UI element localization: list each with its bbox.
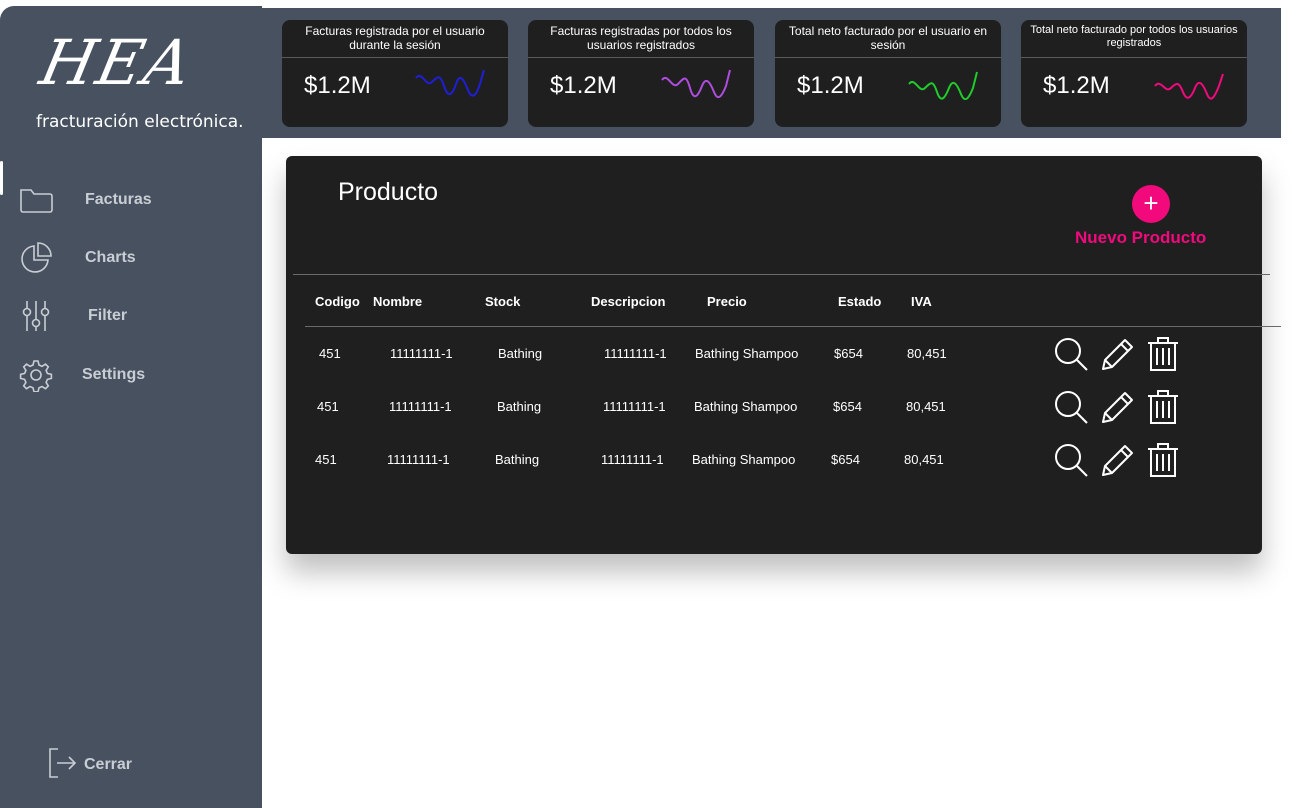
page-title: Producto (338, 178, 439, 206)
stat-value: $1.2M (550, 72, 617, 99)
sparkline-icon (1154, 73, 1224, 100)
cell-stock: Bathing (497, 399, 542, 414)
cell-descripcion: 11111111-1 (603, 399, 666, 414)
cell-iva: 80,451 (906, 399, 946, 414)
column-header: Codigo (315, 294, 360, 309)
edit-icon[interactable] (1099, 388, 1135, 426)
cell-estado: $654 (834, 346, 863, 361)
stat-card-user-invoices: Facturas registrada por el usuario duran… (282, 20, 508, 127)
search-icon[interactable] (1053, 335, 1089, 373)
column-header: Precio (707, 294, 747, 309)
cell-precio: Bathing Shampoo (695, 346, 799, 361)
cell-precio: Bathing Shampoo (692, 452, 796, 467)
trash-icon[interactable] (1145, 335, 1181, 373)
sidebar-item-label: Charts (85, 249, 136, 266)
column-header: IVA (911, 294, 932, 309)
brand-logo: HEA fracturación electrónica. (20, 26, 250, 136)
product-panel: Producto + Nuevo Producto Codigo Nombre … (286, 156, 1281, 554)
column-header: Stock (485, 294, 521, 309)
cell-codigo: 451 (317, 399, 339, 414)
stat-card-user-net-total: Total neto facturado por el usuario en s… (775, 20, 1001, 127)
sidebar: HEA fracturación electrónica. Facturas C… (0, 6, 262, 808)
folder-icon (18, 182, 54, 218)
cell-stock: Bathing (498, 346, 543, 361)
cell-nombre: 11111111-1 (390, 346, 453, 361)
trash-icon[interactable] (1145, 441, 1181, 479)
add-product-button[interactable]: + (1132, 185, 1170, 223)
divider (293, 274, 1270, 275)
stat-title: Total neto facturado por el usuario en s… (775, 20, 1001, 58)
cell-estado: $654 (831, 452, 860, 467)
stat-value: $1.2M (1043, 72, 1110, 99)
stat-card-all-net-total: Total neto facturado por todos los usuar… (1021, 20, 1247, 127)
table-row: 451 11111111-1 Bathing 11111111-1 Bathin… (286, 334, 1262, 374)
sidebar-item-label: Facturas (85, 191, 152, 208)
logout-icon (46, 746, 78, 785)
logo-text: HEA (34, 26, 200, 99)
table-row: 451 11111111-1 Bathing 11111111-1 Bathin… (286, 440, 1262, 480)
sidebar-item-label: Filter (88, 307, 128, 324)
cell-iva: 80,451 (904, 452, 944, 467)
sparkline-icon (908, 71, 978, 100)
stat-value: $1.2M (304, 72, 371, 99)
column-header: Nombre (373, 294, 423, 309)
sidebar-item-filter[interactable]: Filter (18, 296, 127, 336)
sparkline-icon (415, 69, 485, 97)
stat-value: $1.2M (797, 72, 864, 99)
sidebar-item-facturas[interactable]: Facturas (18, 180, 152, 220)
add-product-label[interactable]: Nuevo Producto (1075, 228, 1206, 248)
column-header: Estado (838, 294, 882, 309)
cell-nombre: 11111111-1 (389, 399, 452, 414)
active-indicator (0, 161, 3, 195)
sidebar-item-charts[interactable]: Charts (18, 238, 136, 278)
edit-icon[interactable] (1099, 335, 1135, 373)
sparkline-icon (661, 69, 731, 99)
cell-estado: $654 (833, 399, 862, 414)
search-icon[interactable] (1053, 388, 1089, 426)
search-icon[interactable] (1053, 441, 1089, 479)
column-header: Descripcion (591, 294, 666, 309)
stat-title: Total neto facturado por todos los usuar… (1021, 20, 1247, 58)
stat-title: Facturas registrada por el usuario duran… (282, 20, 508, 58)
edit-icon[interactable] (1099, 441, 1135, 479)
logout-button[interactable]: Cerrar (46, 746, 133, 785)
cell-codigo: 451 (315, 452, 337, 467)
cell-codigo: 451 (319, 346, 341, 361)
table-row: 451 11111111-1 Bathing 11111111-1 Bathin… (286, 387, 1262, 427)
cell-descripcion: 11111111-1 (604, 346, 667, 361)
stat-card-all-invoices: Facturas registradas por todos los usuar… (528, 20, 754, 127)
pie-chart-icon (18, 240, 54, 276)
cell-descripcion: 11111111-1 (601, 452, 664, 467)
divider (305, 326, 1281, 327)
sidebar-item-label: Settings (82, 366, 146, 383)
stats-bar: Facturas registrada por el usuario duran… (262, 8, 1281, 138)
cell-nombre: 11111111-1 (387, 452, 450, 467)
cell-iva: 80,451 (907, 346, 947, 361)
gear-icon (18, 357, 54, 393)
cell-precio: Bathing Shampoo (694, 399, 798, 414)
brand-subtitle: fracturación electrónica. (36, 112, 244, 132)
logout-label: Cerrar (84, 756, 133, 773)
sliders-icon (18, 298, 54, 334)
stat-title: Facturas registradas por todos los usuar… (528, 20, 754, 58)
trash-icon[interactable] (1145, 388, 1181, 426)
sidebar-item-settings[interactable]: Settings (18, 355, 145, 395)
cell-stock: Bathing (495, 452, 540, 467)
